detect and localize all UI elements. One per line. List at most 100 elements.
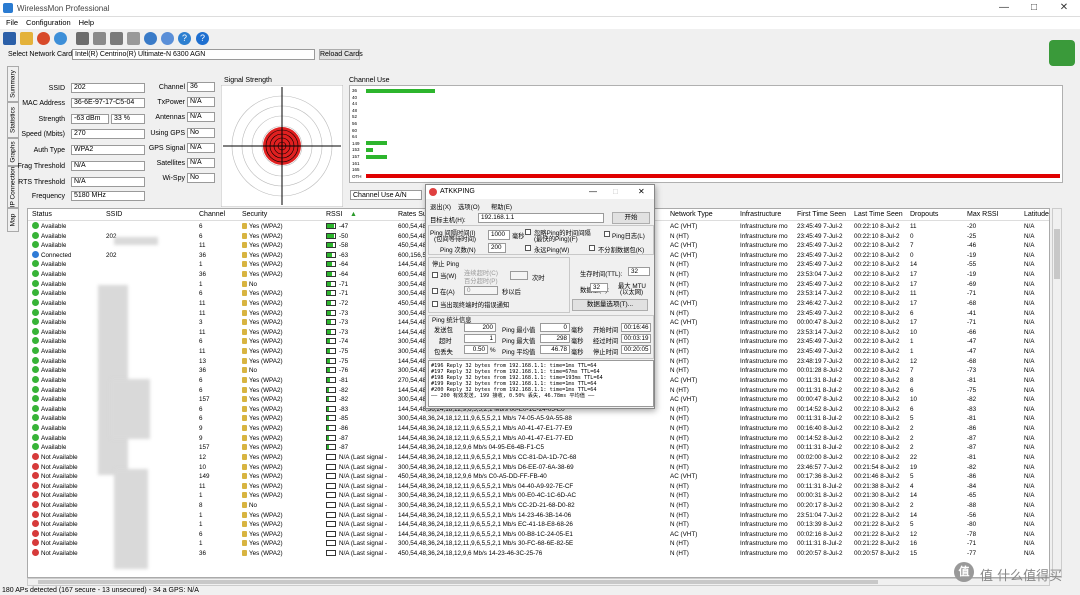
stop-at-input[interactable]: 0 <box>464 286 498 295</box>
ping-count-input[interactable]: 200 <box>488 243 506 253</box>
table-row[interactable]: Available 157 Yes (WPA2) -87 144,54,48,36,24… <box>28 443 1049 453</box>
no-fragment-checkbox[interactable] <box>589 245 595 251</box>
forever-checkbox[interactable] <box>525 245 531 251</box>
settings-icon[interactable] <box>127 32 140 45</box>
ttl-input[interactable]: 32 <box>628 267 650 276</box>
col-infrastructure[interactable]: Infrastructure <box>740 211 781 218</box>
menu-file[interactable]: File <box>6 17 18 29</box>
col-network-type[interactable]: Network Type <box>670 211 713 218</box>
tab-ip-connection[interactable]: IP Connection <box>7 166 19 208</box>
save-icon[interactable] <box>3 32 16 45</box>
col-latitude[interactable]: Latitude <box>1024 211 1049 218</box>
packet-size-input[interactable]: 32 <box>590 283 608 292</box>
ping-log-checkbox[interactable] <box>604 231 610 237</box>
col-first-seen[interactable]: First Time Seen <box>797 211 846 218</box>
table-vertical-scrollbar[interactable] <box>1052 208 1062 578</box>
table-row[interactable]: Available 6 Yes (WPA2) -85 300,54,48,36,24,1… <box>28 414 1049 424</box>
ping-menu-options[interactable]: 选项(O) <box>458 202 480 211</box>
maximize-button[interactable]: □ <box>1022 2 1046 14</box>
rssi-cell: N/A (Last signal - <box>326 511 387 521</box>
dropouts-cell: 11 <box>910 290 917 298</box>
minimize-button[interactable]: — <box>992 2 1016 14</box>
ping-minimize-button[interactable]: — <box>589 187 597 196</box>
ping-close-button[interactable]: ✕ <box>638 187 645 196</box>
ping-host-input[interactable]: 192.168.1.1 <box>478 213 604 223</box>
strength-label: Strength <box>38 116 65 123</box>
network-type-cell: N (HT) <box>670 501 689 509</box>
close-button[interactable]: ✕ <box>1052 2 1076 14</box>
col-max-rssi[interactable]: Max RSSI <box>967 211 999 218</box>
tab-statistics[interactable]: Statistics <box>7 102 19 138</box>
first-seen-cell: 23:45:49 7-Jul-2 <box>797 348 843 356</box>
infrastructure-cell: Infrastructure mo <box>740 434 788 442</box>
table-row[interactable]: Not Available 1 Yes (WPA2) N/A (Last signal… <box>28 539 1049 549</box>
status-cell: Not Available <box>32 481 78 492</box>
col-rssi[interactable]: RSSI <box>326 211 342 218</box>
col-dropouts[interactable]: Dropouts <box>910 211 938 218</box>
tab-summary[interactable]: Summary <box>7 66 19 102</box>
auth-value: WPA2 <box>71 145 145 155</box>
print-icon[interactable] <box>76 32 89 45</box>
rssi-meter-icon <box>326 309 336 316</box>
channel-row-label: 44 <box>352 101 358 107</box>
network-type-cell: N (HT) <box>670 271 689 279</box>
table-row[interactable]: Not Available 6 Yes (WPA2) N/A (Last signal… <box>28 529 1049 540</box>
ping-menu-exit[interactable]: 退出(X) <box>430 202 451 211</box>
record-icon[interactable] <box>37 32 50 45</box>
stop-when-checkbox[interactable] <box>432 272 438 278</box>
flood-checkbox[interactable] <box>525 229 531 235</box>
percent-timeout-radio[interactable]: 百分超时(P) <box>464 276 498 285</box>
channel-cell: 1 <box>199 521 203 529</box>
reload-cards-button[interactable]: Reload Cards <box>319 49 363 60</box>
col-ssid[interactable]: SSID <box>106 211 122 218</box>
data-options-button[interactable]: 数据量选项(T)... <box>572 299 648 311</box>
latitude-cell: N/A <box>1024 338 1035 346</box>
stop-when-input[interactable] <box>510 271 528 280</box>
table-horizontal-scrollbar[interactable] <box>27 578 1050 586</box>
network-card-select[interactable]: Intel(R) Centrino(R) Ultimate-N 6300 AGN <box>72 49 315 60</box>
table-row[interactable]: Available 9 Yes (WPA2) -86 144,54,48,36,24,1… <box>28 424 1049 434</box>
col-status[interactable]: Status <box>32 211 52 218</box>
channel-row-label: 149 <box>352 140 360 146</box>
error-notify-checkbox[interactable] <box>432 301 438 307</box>
table-row[interactable]: Available 9 Yes (WPA2) -87 144,54,48,36,24,1… <box>28 433 1049 444</box>
stop-at-checkbox[interactable] <box>432 288 438 294</box>
channel-use-select[interactable]: Channel Use A/N <box>350 190 422 200</box>
security-cell: No <box>242 280 257 290</box>
col-security[interactable]: Security <box>242 211 267 218</box>
menu-configuration[interactable]: Configuration <box>26 17 71 29</box>
channel-row-label: 60 <box>352 127 358 133</box>
info-icon[interactable]: ? <box>196 32 209 45</box>
ping-menu-help[interactable]: 帮助(E) <box>491 202 512 211</box>
col-channel[interactable]: Channel <box>199 211 225 218</box>
clipboard-icon[interactable] <box>110 32 123 45</box>
table-row[interactable]: Not Available 1 Yes (WPA2) N/A (Last signal… <box>28 520 1049 530</box>
table-row[interactable]: Not Available 149 Yes (WPA2) N/A (Last sign… <box>28 472 1049 482</box>
max-rssi-cell: -88 <box>967 501 977 509</box>
menu-help[interactable]: Help <box>79 17 94 29</box>
globe-icon[interactable] <box>144 32 157 45</box>
ping-interval-input[interactable]: 1000 <box>488 230 510 240</box>
rssi-cell: -82 <box>326 395 348 405</box>
table-row[interactable]: Not Available 12 Yes (WPA2) N/A (Last signa… <box>28 452 1049 463</box>
web-icon[interactable] <box>161 32 174 45</box>
refresh-icon[interactable] <box>54 32 67 45</box>
copy-icon[interactable] <box>93 32 106 45</box>
help-icon[interactable]: ? <box>178 32 191 45</box>
latitude-cell: N/A <box>1024 299 1035 307</box>
ping-start-button[interactable]: 开始 <box>612 212 650 224</box>
open-icon[interactable] <box>20 32 33 45</box>
tab-map[interactable]: Map <box>7 208 19 232</box>
table-row[interactable]: Not Available 8 No N/A (Last signal - 300,54… <box>28 500 1049 511</box>
col-last-seen[interactable]: Last Time Seen <box>854 211 903 218</box>
table-row[interactable]: Not Available 10 Yes (WPA2) N/A (Last signa… <box>28 462 1049 473</box>
table-row[interactable]: Not Available 1 Yes (WPA2) N/A (Last signal… <box>28 510 1049 521</box>
table-row[interactable]: Not Available 36 Yes (WPA2) N/A (Last signa… <box>28 549 1049 559</box>
tab-graphs[interactable]: Graphs <box>7 138 19 166</box>
rssi-meter-icon <box>326 386 336 393</box>
max-rssi-cell: -25 <box>967 232 977 240</box>
table-row[interactable]: Not Available 11 Yes (WPA2) N/A (Last signa… <box>28 481 1049 492</box>
table-row[interactable]: Not Available 1 Yes (WPA2) N/A (Last signal… <box>28 491 1049 501</box>
ping-maximize-button[interactable]: □ <box>613 187 618 196</box>
status-icon <box>32 481 39 489</box>
